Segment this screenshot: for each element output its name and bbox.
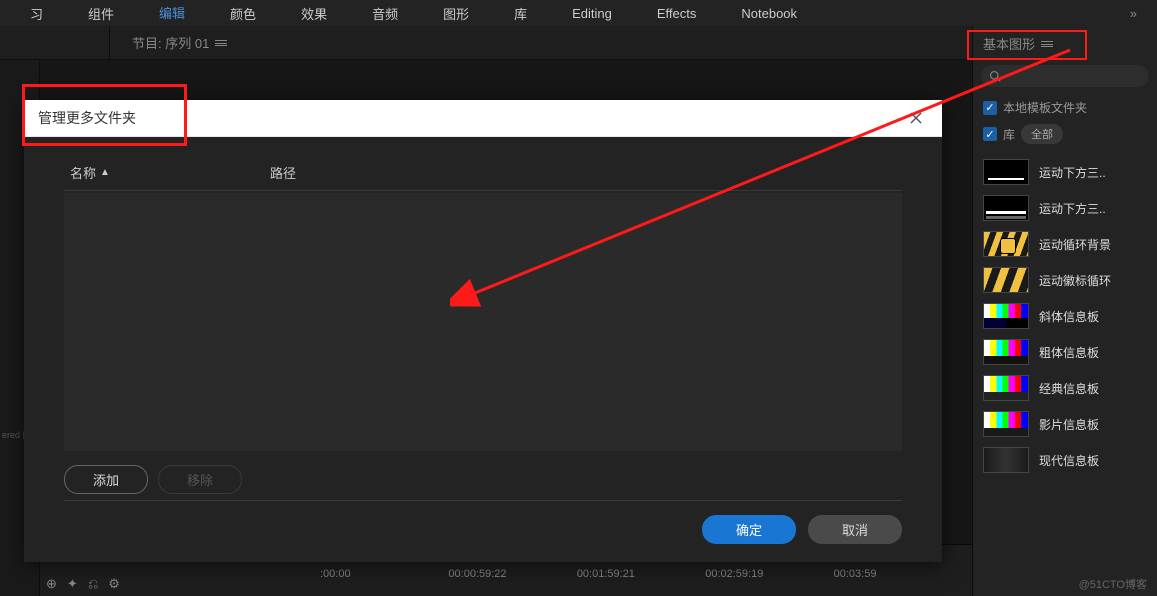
template-list: 运动下方三.. 运动下方三.. 运动循环背景 运动徽标循环 斜体信息板 粗体信息… (973, 154, 1157, 596)
settings-icon[interactable]: ⚙ (108, 576, 120, 592)
template-label: 运动循环背景 (1039, 236, 1111, 253)
remove-folder-button: 移除 (158, 465, 242, 494)
filter-label: 库 (1003, 126, 1015, 143)
template-label: 粗体信息板 (1039, 344, 1099, 361)
template-thumbnail (983, 159, 1029, 185)
ruler-mark: 00:03:59 (834, 568, 962, 580)
menu-item-assembly[interactable]: 组件 (68, 0, 134, 27)
column-header-path-label: 路径 (270, 166, 296, 181)
program-tab[interactable]: 节目: 序列 01 (132, 33, 227, 52)
folder-table-header: 名称 ▲ 路径 (64, 155, 902, 191)
column-header-name[interactable]: 名称 ▲ (70, 163, 270, 182)
ruler-mark: 00:01:59:21 (577, 568, 705, 580)
template-item[interactable]: 现代信息板 (973, 442, 1157, 478)
workspace-overflow-chevron-icon[interactable]: » (1120, 2, 1147, 25)
link-icon[interactable]: ⎌ (88, 576, 98, 592)
dialog-footer: 确定 取消 (64, 501, 902, 544)
menu-item-libraries[interactable]: 库 (494, 0, 547, 27)
menu-item-editing-cn[interactable]: 编辑 (139, 0, 205, 28)
template-item[interactable]: 运动徽标循环 (973, 262, 1157, 298)
graphics-search-input[interactable] (981, 65, 1149, 87)
menu-item-color[interactable]: 颜色 (210, 0, 276, 27)
dialog-body: 名称 ▲ 路径 添加 移除 确定 取消 (24, 137, 942, 562)
ok-button[interactable]: 确定 (702, 515, 796, 544)
template-thumbnail (983, 303, 1029, 329)
sort-ascending-icon: ▲ (100, 167, 110, 178)
left-panel-stub (0, 26, 110, 59)
folder-table-body[interactable] (64, 193, 902, 451)
menu-item-notebook[interactable]: Notebook (721, 2, 817, 25)
template-item[interactable]: 经典信息板 (973, 370, 1157, 406)
template-thumbnail (983, 339, 1029, 365)
filter-label: 本地模板文件夹 (1003, 99, 1087, 116)
panel-menu-icon[interactable] (215, 38, 227, 48)
checkbox-checked-icon[interactable]: ✓ (983, 127, 997, 141)
ruler-mark: :00:00 (320, 568, 448, 580)
folder-action-row: 添加 移除 (64, 451, 902, 501)
template-item[interactable]: 运动下方三.. (973, 154, 1157, 190)
menu-item-audio[interactable]: 音频 (352, 0, 418, 27)
essential-graphics-panel: 基本图形 ✓ 本地模板文件夹 ✓ 库 全部 运动下方三.. 运动下方三.. 运动… (972, 26, 1157, 596)
template-thumbnail (983, 231, 1029, 257)
template-item[interactable]: 运动循环背景 (973, 226, 1157, 262)
filter-local-templates[interactable]: ✓ 本地模板文件夹 (973, 95, 1157, 120)
template-label: 影片信息板 (1039, 416, 1099, 433)
template-item[interactable]: 运动下方三.. (973, 190, 1157, 226)
template-item[interactable]: 粗体信息板 (973, 334, 1157, 370)
add-folder-button[interactable]: 添加 (64, 465, 148, 494)
checkbox-checked-icon[interactable]: ✓ (983, 101, 997, 115)
snap-icon[interactable]: ⊕ (46, 576, 57, 592)
timeline-ruler[interactable]: :00:00 00:00:59:22 00:01:59:21 00:02:59:… (40, 568, 972, 580)
dialog-titlebar: 管理更多文件夹 (24, 100, 942, 137)
ruler-mark: 00:02:59:19 (705, 568, 833, 580)
menu-item-editing-en[interactable]: Editing (552, 2, 632, 25)
library-filter-dropdown[interactable]: 全部 (1021, 124, 1063, 144)
template-thumbnail (983, 195, 1029, 221)
manage-folders-dialog: 管理更多文件夹 名称 ▲ 路径 添加 移除 确定 取消 (24, 100, 942, 562)
filter-libraries[interactable]: ✓ 库 全部 (973, 120, 1157, 148)
panel-title: 基本图形 (983, 34, 1035, 53)
template-label: 运动下方三.. (1039, 200, 1106, 217)
template-label: 运动徽标循环 (1039, 272, 1111, 289)
ruler-mark: 00:00:59:22 (448, 568, 576, 580)
template-thumbnail (983, 447, 1029, 473)
top-menu-bar: 习 组件 编辑 颜色 效果 音频 图形 库 Editing Effects No… (0, 0, 1157, 26)
menu-item-learn[interactable]: 习 (10, 0, 63, 27)
template-item[interactable]: 斜体信息板 (973, 298, 1157, 334)
close-button[interactable] (904, 106, 928, 130)
template-item[interactable]: 影片信息板 (973, 406, 1157, 442)
cancel-button[interactable]: 取消 (808, 515, 902, 544)
marker-icon[interactable]: ✦ (67, 576, 78, 592)
template-label: 经典信息板 (1039, 380, 1099, 397)
panel-menu-icon[interactable] (1041, 39, 1053, 49)
program-tab-label: 节目: 序列 01 (132, 33, 209, 52)
template-label: 运动下方三.. (1039, 164, 1106, 181)
dialog-title: 管理更多文件夹 (38, 108, 136, 128)
column-header-path[interactable]: 路径 (270, 163, 896, 182)
template-label: 斜体信息板 (1039, 308, 1099, 325)
template-thumbnail (983, 411, 1029, 437)
column-header-name-label: 名称 (70, 163, 96, 182)
search-icon (989, 70, 1001, 82)
menu-item-graphics[interactable]: 图形 (423, 0, 489, 27)
watermark-text: @51CTO博客 (1079, 576, 1147, 592)
template-label: 现代信息板 (1039, 452, 1099, 469)
menu-item-effects-en[interactable]: Effects (637, 2, 717, 25)
menu-item-effects-cn[interactable]: 效果 (281, 0, 347, 27)
template-thumbnail (983, 267, 1029, 293)
close-icon (909, 111, 923, 125)
template-thumbnail (983, 375, 1029, 401)
timeline-tool-icons: ⊕ ✦ ⎌ ⚙ (46, 576, 120, 592)
essential-graphics-header[interactable]: 基本图形 (973, 26, 1157, 61)
